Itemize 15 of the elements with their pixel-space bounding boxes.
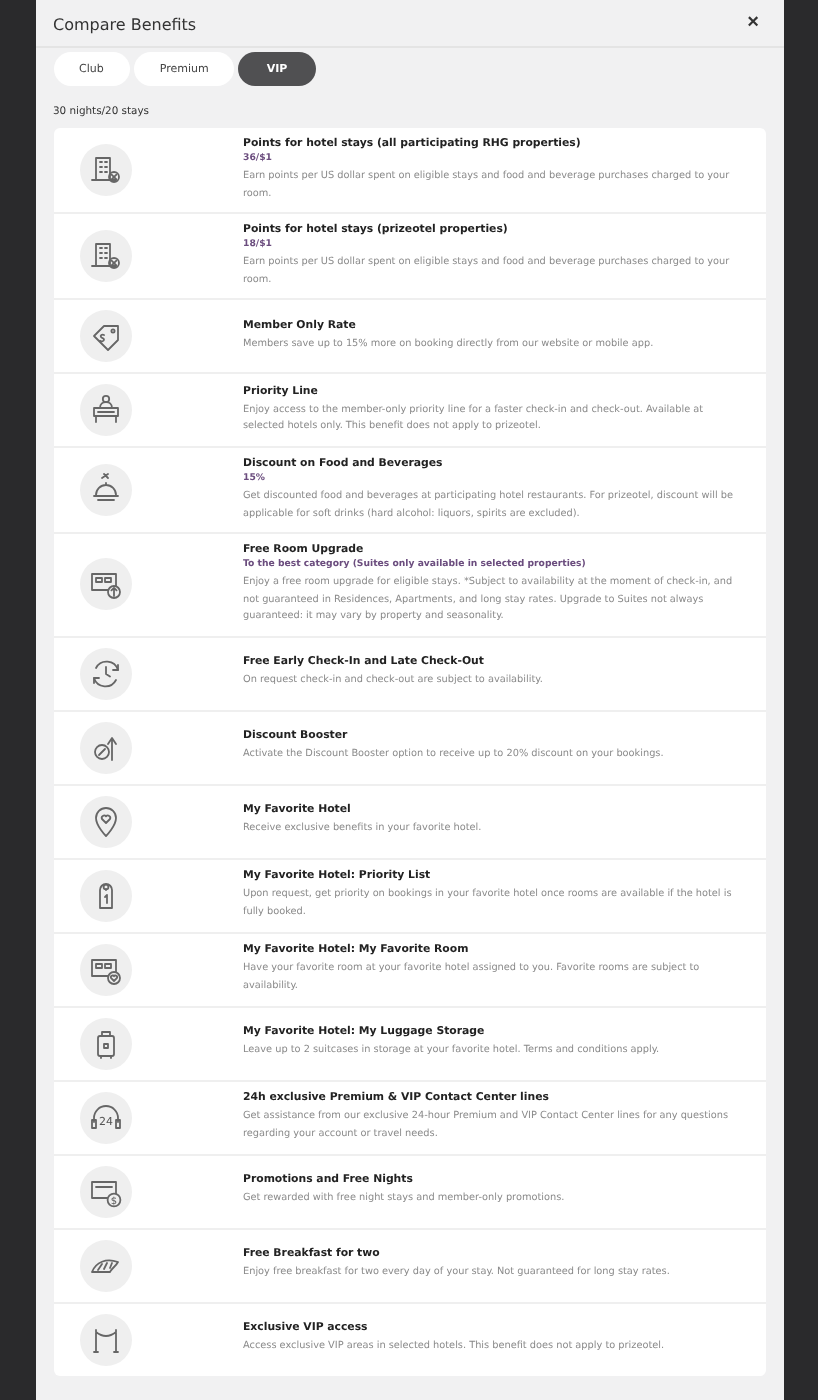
door-hanger-icon xyxy=(79,869,131,921)
price-tag-icon xyxy=(79,310,131,362)
booster-icon xyxy=(79,721,131,773)
clock-icon xyxy=(79,647,131,699)
location-pin-icon xyxy=(79,795,131,847)
croissant-icon xyxy=(79,1239,131,1291)
building-icon xyxy=(79,144,131,196)
luggage-icon xyxy=(79,1017,131,1069)
dialog-title: Compare Benefits xyxy=(53,15,197,33)
bed-upgrade-icon xyxy=(79,558,131,611)
rope-barrier-icon xyxy=(79,1313,131,1365)
building-icon xyxy=(79,230,131,282)
cloche-icon xyxy=(79,464,131,516)
close-button[interactable]: × xyxy=(747,14,759,34)
reception-desk-icon xyxy=(79,384,131,436)
